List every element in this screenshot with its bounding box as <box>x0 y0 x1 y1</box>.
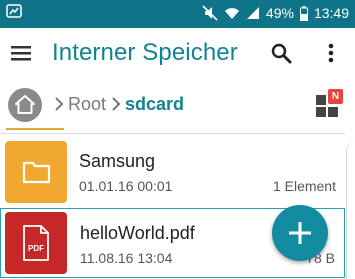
chevron-right-icon <box>55 97 64 111</box>
wifi-icon <box>224 8 239 19</box>
new-badge: N <box>328 89 343 104</box>
more-vert-icon[interactable] <box>326 41 336 65</box>
status-bar: 49% 13:49 <box>0 0 355 28</box>
folder-icon <box>22 161 51 184</box>
drawer-edge <box>346 140 355 279</box>
search-icon[interactable] <box>269 41 293 65</box>
file-name: helloWorld.pdf <box>80 223 195 243</box>
add-icon <box>289 222 311 244</box>
notification-icon <box>6 4 22 18</box>
file-size: 1 Element <box>272 178 336 194</box>
clock: 13:49 <box>313 5 349 21</box>
battery-percent: 49% <box>265 5 294 21</box>
chevron-right-icon <box>112 97 121 111</box>
signal-icon <box>246 7 259 19</box>
breadcrumb-item-root[interactable]: Root <box>68 94 106 115</box>
add-button[interactable] <box>272 205 328 261</box>
folder-thumbnail <box>5 141 67 203</box>
home-underline <box>6 128 64 130</box>
file-date: 01.01.16 00:01 <box>79 178 173 194</box>
list-item[interactable]: Samsung 01.01.16 00:01 1 Element <box>0 137 345 207</box>
divider <box>0 133 345 134</box>
file-date: 11.08.16 13:04 <box>80 250 173 266</box>
mute-icon <box>202 5 218 21</box>
menu-icon[interactable] <box>10 43 32 63</box>
breadcrumb: Root sdcard N <box>0 78 355 132</box>
pdf-thumbnail: PDF <box>5 212 67 274</box>
file-name: Samsung <box>79 151 156 171</box>
home-icon <box>15 95 35 114</box>
pdf-thumb-label: PDF <box>28 244 44 253</box>
breadcrumb-item-sdcard[interactable]: sdcard <box>125 94 184 115</box>
page-title: Interner Speicher <box>52 39 238 66</box>
app-bar: Interner Speicher <box>0 28 355 78</box>
pdf-icon: PDF <box>23 225 49 261</box>
home-button[interactable] <box>8 88 42 122</box>
battery-icon <box>299 5 308 21</box>
